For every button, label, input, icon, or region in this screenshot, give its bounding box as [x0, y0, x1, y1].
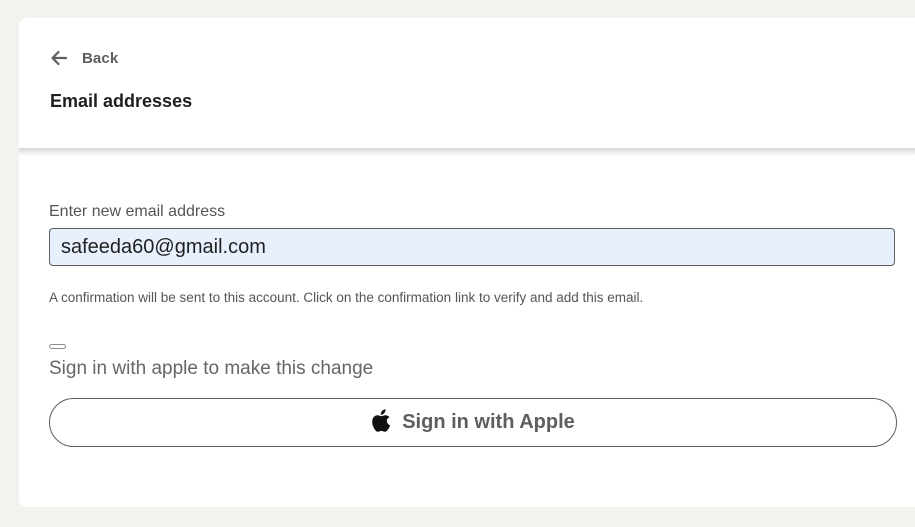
confirmation-helper-text: A confirmation will be sent to this acco… — [49, 290, 644, 305]
signin-prompt: Sign in with apple to make this change — [49, 358, 374, 379]
email-field-label: Enter new email address — [49, 203, 226, 220]
arrow-left-icon — [49, 48, 69, 68]
page-title: Email addresses — [50, 91, 193, 111]
page-header: Back Email addresses — [19, 18, 915, 149]
back-label: Back — [82, 49, 119, 67]
apple-logo-icon — [371, 408, 393, 434]
email-field[interactable] — [49, 228, 895, 266]
sign-in-with-apple-label: Sign in with Apple — [402, 411, 575, 433]
collapsed-toggle-button[interactable] — [49, 344, 66, 349]
settings-card: Back Email addresses Enter new email add… — [19, 18, 915, 507]
back-button[interactable]: Back — [49, 46, 118, 70]
header-divider — [19, 148, 915, 156]
sign-in-with-apple-button[interactable]: Sign in with Apple — [49, 398, 897, 447]
